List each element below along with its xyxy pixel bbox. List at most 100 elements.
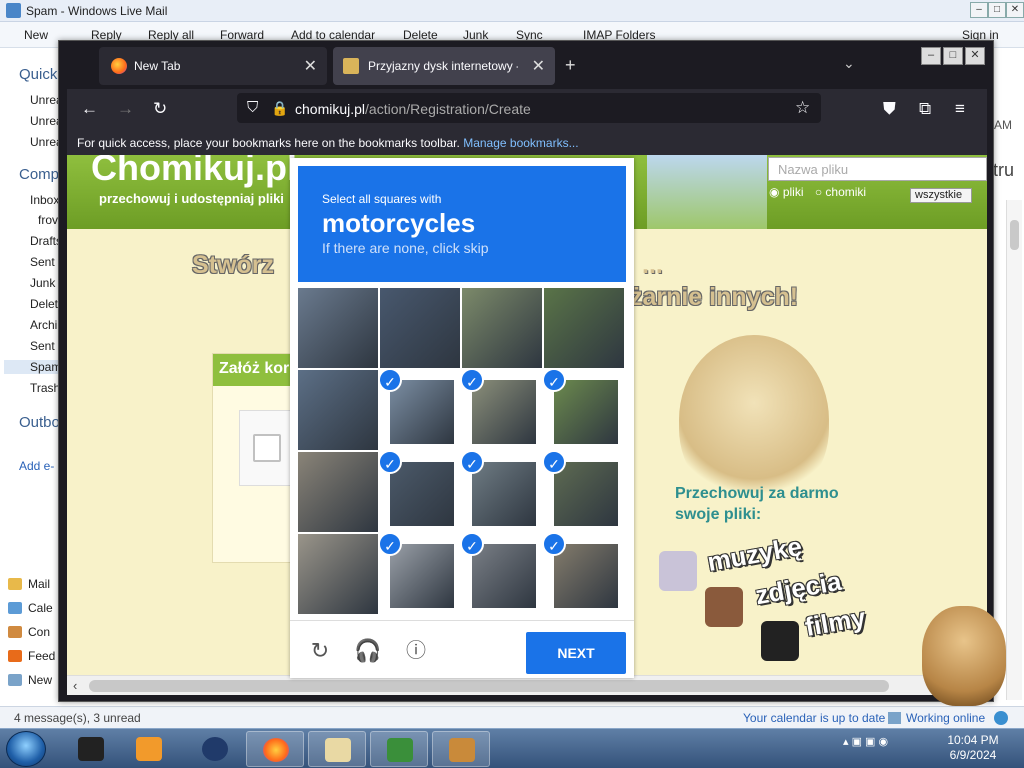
nav-contacts[interactable]: Con <box>8 625 50 639</box>
page-horizontal-scrollbar[interactable]: ‹ <box>67 675 987 695</box>
taskbar-app[interactable] <box>308 731 366 767</box>
taskbar-app[interactable] <box>120 731 178 767</box>
maximize-button[interactable]: □ <box>943 47 963 65</box>
new-button[interactable]: New <box>24 28 48 42</box>
close-tab-icon[interactable]: ✕ <box>304 56 317 76</box>
captcha-tile[interactable]: ✓ <box>462 452 542 532</box>
promo-photos: zdjęcia <box>752 565 844 611</box>
nav-feeds[interactable]: Feed <box>8 649 55 663</box>
add-email-account-link[interactable]: Add e- <box>19 459 54 473</box>
taskbar-app[interactable] <box>432 731 490 767</box>
calendar-status[interactable]: Your calendar is up to date <box>743 711 885 725</box>
close-button[interactable]: ✕ <box>965 47 985 65</box>
minimize-button[interactable]: – <box>970 2 988 18</box>
nav-label: Feed <box>28 649 56 663</box>
captcha-tile[interactable] <box>298 288 378 368</box>
category-select[interactable]: wszystkie <box>910 188 972 203</box>
extensions-icon[interactable]: ⧉ <box>919 99 931 119</box>
start-button[interactable] <box>6 731 46 767</box>
captcha-tile[interactable] <box>380 288 460 368</box>
captcha-tile[interactable]: ✓ <box>380 452 460 532</box>
reload-icon[interactable]: ↻ <box>306 637 334 665</box>
online-status[interactable]: Working online <box>906 711 985 725</box>
radio-files[interactable]: ◉ pliki <box>769 185 803 199</box>
taskbar-app[interactable] <box>186 731 244 767</box>
tab-chomikuj[interactable]: Przyjazny dysk internetowy - Ch ✕ <box>333 47 555 85</box>
nav-calendar[interactable]: Cale <box>8 601 53 615</box>
folder-inbox[interactable]: Inbox <box>30 193 59 207</box>
captcha-tile[interactable] <box>462 288 542 368</box>
captcha-tile[interactable] <box>544 288 624 368</box>
url-text[interactable]: chomikuj.pl/action/Registration/Create <box>295 101 531 117</box>
shield-icon[interactable]: ⛉ <box>247 98 258 118</box>
firefox-icon <box>263 738 289 762</box>
captcha-tile[interactable]: ✓ <box>380 370 460 450</box>
captcha-tile[interactable] <box>298 534 378 614</box>
tile-image <box>298 370 378 450</box>
folder-trash[interactable]: Trash <box>30 381 60 395</box>
app-icon <box>449 738 475 762</box>
taskbar-firefox[interactable] <box>246 731 304 767</box>
taskbar-app[interactable] <box>62 731 120 767</box>
system-tray[interactable]: ▴ ▣ ▣ ◉ <box>843 735 888 748</box>
scrollbar-thumb[interactable] <box>89 680 889 692</box>
file-search-input[interactable]: Nazwa pliku <box>768 157 987 181</box>
maximize-button[interactable]: □ <box>988 2 1006 18</box>
folder-archive[interactable]: Archi <box>30 318 57 332</box>
captcha-tile[interactable]: ✓ <box>462 370 542 450</box>
bookmarks-hint: For quick access, place your bookmarks h… <box>77 136 460 150</box>
bookmarks-toolbar: For quick access, place your bookmarks h… <box>67 129 987 155</box>
list-tabs-icon[interactable]: ⌄ <box>843 55 855 72</box>
captcha-checkbox[interactable] <box>253 434 281 462</box>
captcha-tile[interactable]: ✓ <box>544 452 624 532</box>
folder-subfolder[interactable]: frov <box>38 213 58 227</box>
site-logo[interactable]: Chomikuj.pl <box>91 155 297 189</box>
scroll-left-icon[interactable]: ‹ <box>73 678 77 693</box>
forward-icon[interactable]: → <box>117 99 134 119</box>
minimize-button[interactable]: – <box>921 47 941 65</box>
reload-icon[interactable]: ↻ <box>153 99 167 119</box>
taskbar-app[interactable] <box>370 731 428 767</box>
close-button[interactable]: ✕ <box>1006 2 1024 18</box>
captcha-tile[interactable]: ✓ <box>462 534 542 614</box>
tab-new-tab[interactable]: New Tab ✕ <box>99 47 327 85</box>
close-tab-icon[interactable]: ✕ <box>532 56 545 76</box>
nav-newsgroups[interactable]: New <box>8 673 52 687</box>
radio-users[interactable]: ○ chomiki <box>815 185 866 199</box>
tile-image <box>298 288 378 368</box>
new-tab-icon[interactable]: + <box>565 55 576 76</box>
captcha-tile[interactable]: ✓ <box>380 534 460 614</box>
captcha-instruction: Select all squares with <box>322 192 442 206</box>
manage-bookmarks-link[interactable]: Manage bookmarks... <box>463 136 578 150</box>
folder-sent-2[interactable]: Sent <box>30 339 55 353</box>
url-bar[interactable]: ⛉ 🔒 chomikuj.pl/action/Registration/Crea… <box>237 93 821 123</box>
folder-junk[interactable]: Junk <box>30 276 55 290</box>
quick-views-header[interactable]: Quick <box>19 66 57 83</box>
folder-sent[interactable]: Sent <box>30 255 55 269</box>
captcha-tile[interactable] <box>298 452 378 532</box>
bookmark-star-icon[interactable]: ☆ <box>795 98 810 118</box>
captcha-tile[interactable]: ✓ <box>544 534 624 614</box>
clock[interactable]: 10:04 PM 6/9/2024 <box>938 733 1008 763</box>
scrollbar-thumb[interactable] <box>1010 220 1019 250</box>
menu-icon[interactable]: ≡ <box>955 99 965 119</box>
lock-icon[interactable]: 🔒 <box>271 98 288 118</box>
calendar-icon <box>888 712 901 724</box>
outbox-folder[interactable]: Outbo <box>19 414 60 431</box>
account-header[interactable]: Comp <box>19 166 59 183</box>
captcha-tile[interactable] <box>298 370 378 450</box>
radio-label: chomiki <box>825 185 867 199</box>
wlm-vertical-scrollbar[interactable] <box>1006 200 1022 700</box>
back-icon[interactable]: ← <box>81 99 98 119</box>
audio-challenge-icon[interactable]: 🎧 <box>354 637 382 665</box>
pocket-icon[interactable]: ⛊ <box>883 99 896 119</box>
tile-image <box>298 534 378 614</box>
nav-label: Mail <box>28 577 51 591</box>
captcha-tile[interactable]: ✓ <box>544 370 624 450</box>
promo-text: Przechowuj za darmo swoje pliki: <box>675 483 839 525</box>
info-icon[interactable]: ⓘ <box>402 637 430 665</box>
next-button[interactable]: NEXT <box>526 632 626 674</box>
nav-mail[interactable]: Mail <box>8 577 50 591</box>
folder-deleted[interactable]: Delet <box>30 297 58 311</box>
folder-spam[interactable]: Spam <box>4 360 61 374</box>
